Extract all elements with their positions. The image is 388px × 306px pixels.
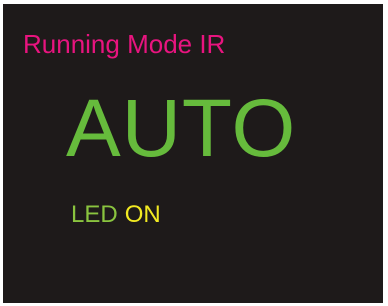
led-label: LED [71, 201, 118, 228]
mode-value: AUTO [66, 83, 297, 174]
display-screen: Running Mode IR AUTO LED ON [3, 4, 383, 303]
led-state: ON [124, 201, 161, 228]
led-status-row: LED ON [71, 200, 161, 230]
running-mode-title: Running Mode IR [23, 29, 226, 59]
